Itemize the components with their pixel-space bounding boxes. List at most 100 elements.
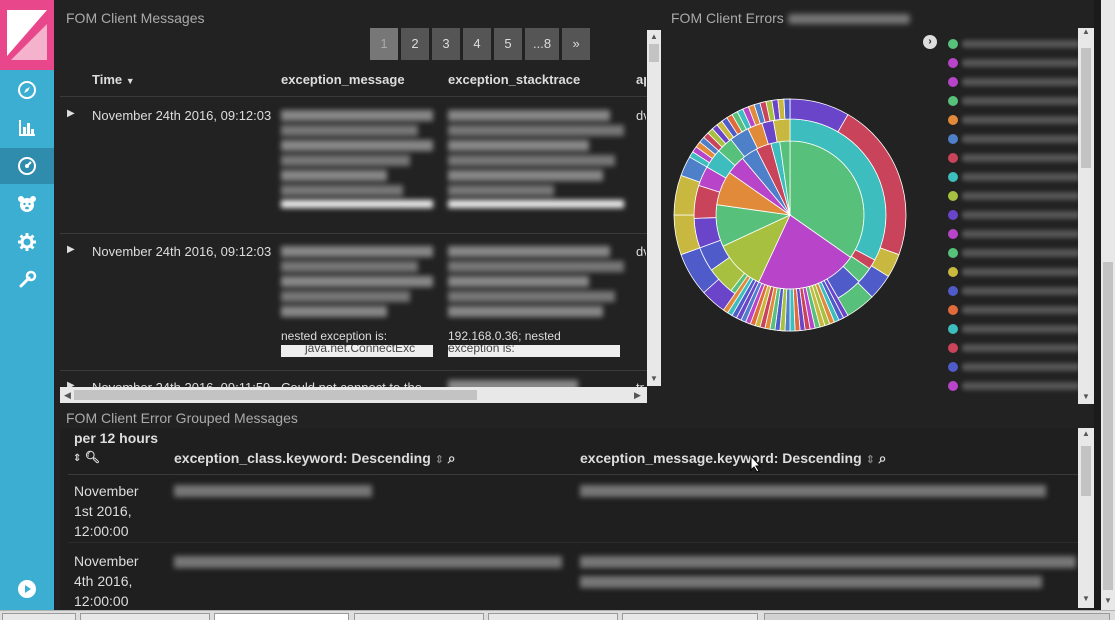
expand-row-icon[interactable]: ▶ bbox=[67, 108, 75, 119]
stacktrace-tail-2: exception is: bbox=[448, 345, 515, 355]
sunburst-slice[interactable] bbox=[783, 98, 791, 120]
message-tail: nested exception is: bbox=[281, 329, 388, 343]
date-line: November bbox=[74, 483, 139, 499]
legend-item[interactable] bbox=[948, 75, 1080, 89]
column-header-ap[interactable]: ap bbox=[636, 72, 646, 87]
redacted-legend-label bbox=[962, 211, 1080, 219]
taskbar-button[interactable] bbox=[214, 613, 349, 620]
sidebar-item-discover[interactable] bbox=[0, 72, 54, 108]
legend-toggle-icon[interactable]: › bbox=[923, 35, 937, 49]
scroll-thumb[interactable] bbox=[1081, 48, 1091, 168]
scroll-down-icon: ▼ bbox=[650, 374, 658, 383]
taskbar-button[interactable] bbox=[622, 613, 758, 620]
redacted-legend-label bbox=[962, 306, 1080, 314]
sidebar-item-dashboard[interactable] bbox=[0, 148, 54, 184]
grouped-panel-title: FOM Client Error Grouped Messages bbox=[66, 410, 298, 426]
column-header-exception-stacktrace[interactable]: exception_stacktrace bbox=[448, 72, 580, 87]
grouped-vertical-scrollbar[interactable]: ▲ ▼ bbox=[1078, 428, 1094, 608]
sort-icon[interactable]: ⇕ bbox=[866, 454, 875, 466]
gear-icon bbox=[18, 233, 36, 251]
messages-vertical-scrollbar[interactable]: ▲ ▼ bbox=[647, 30, 661, 386]
legend-item[interactable] bbox=[948, 379, 1080, 393]
legend-item[interactable] bbox=[948, 265, 1080, 279]
errors-panel-title: FOM Client Errors bbox=[671, 10, 910, 26]
redacted-title-suffix bbox=[787, 14, 910, 25]
kibana-logo-icon bbox=[7, 10, 47, 60]
legend-dot bbox=[948, 248, 958, 258]
search-icon[interactable]: ⌕ bbox=[448, 450, 456, 466]
scroll-thumb[interactable] bbox=[1103, 262, 1113, 590]
taskbar-button[interactable] bbox=[354, 613, 484, 620]
redacted-legend-label bbox=[962, 97, 1080, 105]
expand-row-icon[interactable]: ▶ bbox=[67, 244, 75, 255]
sunburst-chart[interactable] bbox=[670, 95, 910, 335]
legend-item[interactable] bbox=[948, 113, 1080, 127]
errors-vertical-scrollbar[interactable]: ▲ ▼ bbox=[1078, 27, 1094, 404]
page-8-button[interactable]: ...8 bbox=[525, 28, 560, 60]
legend-item[interactable] bbox=[948, 94, 1080, 108]
legend-item[interactable] bbox=[948, 360, 1080, 374]
page-2-button[interactable]: 2 bbox=[401, 28, 429, 60]
redacted-legend-label bbox=[962, 154, 1080, 162]
legend-item[interactable] bbox=[948, 170, 1080, 184]
legend-item[interactable] bbox=[948, 284, 1080, 298]
sidebar-item-management[interactable] bbox=[0, 224, 54, 260]
legend-item[interactable] bbox=[948, 246, 1080, 260]
sidebar-collapse-button[interactable] bbox=[0, 571, 54, 607]
redacted-legend-label bbox=[962, 192, 1080, 200]
page-3-button[interactable]: 3 bbox=[432, 28, 460, 60]
legend-item[interactable] bbox=[948, 341, 1080, 355]
sort-date-button[interactable]: ⇕ 🔍︎ bbox=[73, 450, 100, 464]
sort-icon[interactable]: ⇕ bbox=[435, 454, 444, 466]
grouped-row-date: November 4th 2016, 12:00:00 bbox=[74, 551, 139, 611]
redacted-exception-message bbox=[580, 576, 1042, 588]
redacted-legend-label bbox=[962, 59, 1080, 67]
redacted-exception-class bbox=[174, 485, 372, 497]
column-header-exception-message[interactable]: exception_message bbox=[281, 72, 405, 87]
redacted-legend-label bbox=[962, 249, 1080, 257]
legend-item[interactable] bbox=[948, 132, 1080, 146]
legend-dot bbox=[948, 362, 958, 372]
sidebar-item-timelion[interactable] bbox=[0, 186, 54, 222]
scroll-thumb[interactable] bbox=[1081, 446, 1091, 496]
legend-item[interactable] bbox=[948, 208, 1080, 222]
sidebar-item-visualize[interactable] bbox=[0, 110, 54, 146]
scroll-left-icon: ◀ bbox=[64, 390, 71, 400]
redacted-legend-label bbox=[962, 382, 1080, 390]
scroll-thumb[interactable] bbox=[74, 390, 477, 400]
page-1-button[interactable]: 1 bbox=[370, 28, 398, 60]
messages-panel-title: FOM Client Messages bbox=[66, 10, 205, 26]
redacted-legend-label bbox=[962, 135, 1080, 143]
legend-item[interactable] bbox=[948, 151, 1080, 165]
legend-item[interactable] bbox=[948, 322, 1080, 336]
taskbar-button[interactable] bbox=[80, 613, 210, 620]
grouped-col-header-date: per 12 hours bbox=[74, 430, 159, 446]
scroll-thumb[interactable] bbox=[649, 44, 659, 62]
legend-item[interactable] bbox=[948, 303, 1080, 317]
taskbar-button[interactable] bbox=[2, 613, 76, 620]
page-5-button[interactable]: 5 bbox=[494, 28, 522, 60]
scroll-down-icon: ▼ bbox=[1104, 596, 1112, 605]
row-extra: dv bbox=[636, 244, 646, 259]
kibana-logo[interactable] bbox=[0, 0, 54, 70]
row-time: November 24th 2016, 09:12:03 bbox=[92, 244, 272, 259]
legend-item[interactable] bbox=[948, 189, 1080, 203]
compass-icon bbox=[18, 81, 36, 99]
redacted-legend-label bbox=[962, 287, 1080, 295]
redacted-legend-label bbox=[962, 325, 1080, 333]
legend-item[interactable] bbox=[948, 56, 1080, 70]
grouped-col-header-message[interactable]: exception_message.keyword: Descending ⇕ … bbox=[580, 450, 887, 467]
page-vertical-scrollbar[interactable]: ▼ bbox=[1101, 0, 1115, 610]
wrench-icon bbox=[19, 270, 37, 288]
messages-horizontal-scrollbar[interactable]: ◀ ▶ bbox=[60, 387, 647, 403]
legend-item[interactable] bbox=[948, 227, 1080, 241]
taskbar-button[interactable] bbox=[488, 613, 618, 620]
sidebar-item-dev-tools[interactable] bbox=[0, 262, 54, 298]
legend-item[interactable] bbox=[948, 37, 1080, 51]
next-page-button[interactable]: » bbox=[562, 28, 591, 60]
column-header-time[interactable]: Time ▼ bbox=[92, 72, 135, 87]
page-4-button[interactable]: 4 bbox=[463, 28, 491, 60]
legend-dot bbox=[948, 267, 958, 277]
grouped-col-header-class[interactable]: exception_class.keyword: Descending ⇕ ⌕ bbox=[174, 450, 456, 467]
search-icon[interactable]: ⌕ bbox=[879, 450, 887, 466]
